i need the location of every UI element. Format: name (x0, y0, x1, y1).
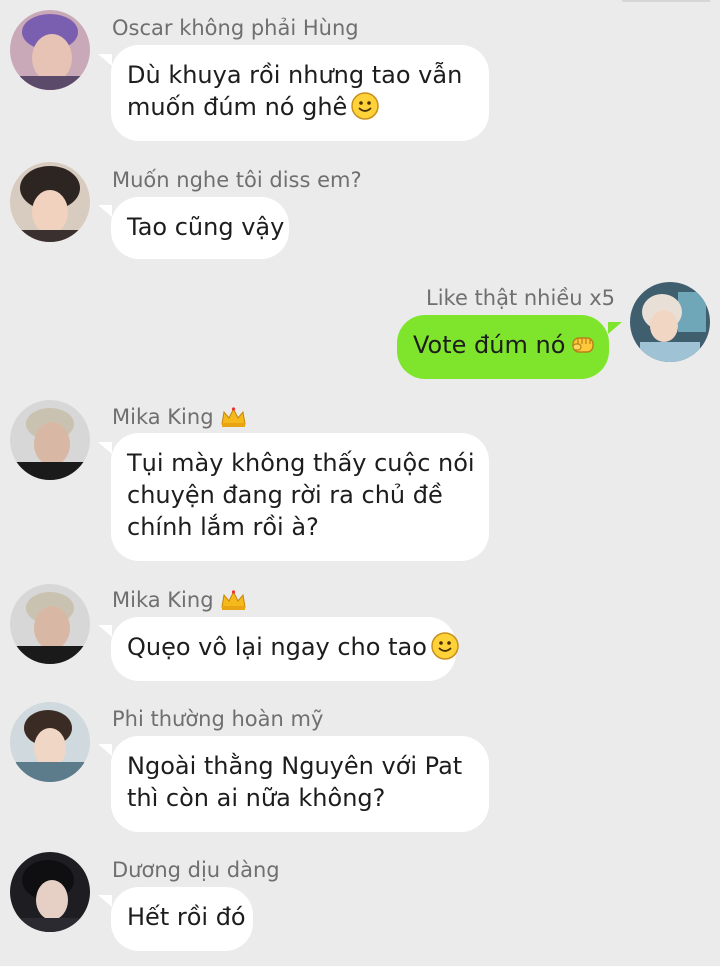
message-bubble[interactable]: Tụi mày không thấy cuộc nói chuyện đang … (111, 433, 489, 561)
avatar[interactable] (10, 162, 90, 242)
top-divider (622, 0, 710, 2)
bubble-tail (608, 322, 622, 334)
message-text: Tụi mày không thấy cuộc nói (127, 449, 475, 477)
avatar[interactable] (10, 584, 90, 664)
sender-name: Mika King (112, 405, 247, 429)
avatar[interactable] (10, 10, 90, 90)
message-text: Ngoài thằng Nguyên với Pat (127, 752, 463, 780)
avatar[interactable] (10, 702, 90, 782)
sender-name: Dương dịu dàng (112, 858, 280, 882)
sender-name: Muốn nghe tôi diss em? (112, 168, 362, 192)
message-text: muốn đúm nó ghê (127, 93, 348, 121)
message-text: chuyện đang rời ra chủ đề (127, 481, 443, 509)
message-bubble[interactable]: Hết rồi đó (111, 887, 253, 951)
sender-name: Mika King (112, 588, 247, 612)
avatar[interactable] (630, 282, 710, 362)
bubble-tail (98, 205, 112, 217)
message-bubble[interactable]: Dù khuya rồi nhưng tao vẫn muốn đúm nó g… (111, 45, 489, 141)
bubble-tail (98, 442, 112, 454)
message-text: Vote đúm nó (413, 331, 566, 359)
message-bubble[interactable]: Vote đúm nó (397, 315, 609, 379)
sender-name: Phi thường hoàn mỹ (112, 707, 324, 731)
bubble-tail (98, 54, 112, 66)
message-bubble[interactable]: Tao cũng vậy (111, 197, 289, 259)
message-text: Quẹo vô lại ngay cho tao (127, 633, 427, 661)
message-text: Dù khuya rồi nhưng tao vẫn (127, 61, 463, 89)
avatar[interactable] (10, 852, 90, 932)
message-text: Tao cũng vậy (127, 213, 285, 241)
fist-emoji-icon (572, 337, 595, 353)
message-bubble[interactable]: Quẹo vô lại ngay cho tao (111, 617, 459, 681)
sender-name: Like thật nhiều x5 (426, 286, 616, 310)
smile-emoji-icon (351, 92, 380, 120)
crown-icon (220, 407, 246, 427)
message-bubble[interactable]: Ngoài thằng Nguyên với Pat thì còn ai nữ… (111, 736, 489, 832)
message-text: thì còn ai nữa không? (127, 784, 386, 812)
message-text: chính lắm rồi à? (127, 513, 319, 541)
bubble-tail (98, 625, 112, 637)
crown-icon (220, 590, 246, 610)
sender-name: Oscar không phải Hùng (112, 16, 359, 40)
avatar[interactable] (10, 400, 90, 480)
bubble-tail (98, 744, 112, 756)
message-text: Hết rồi đó (127, 903, 246, 931)
bubble-tail (98, 895, 112, 907)
smile-emoji-icon (431, 632, 459, 660)
